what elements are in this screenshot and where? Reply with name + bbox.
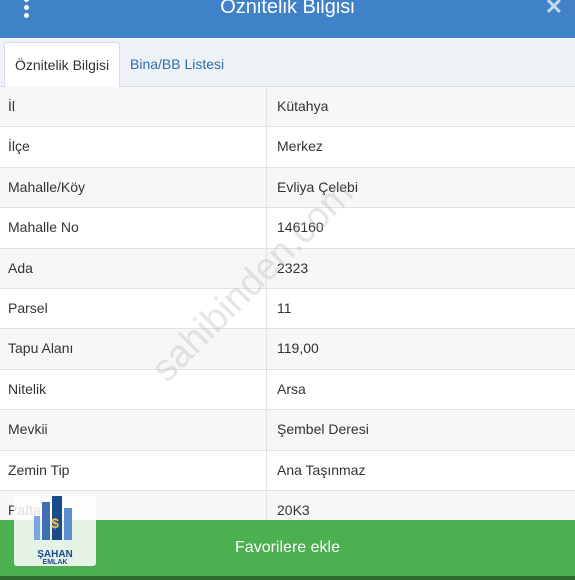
bottom-strip bbox=[0, 576, 575, 580]
title-bar: Öznitelik Bilgisi ✕ bbox=[0, 0, 575, 38]
close-icon[interactable]: ✕ bbox=[545, 0, 563, 20]
table-row: Mahalle/Köy Evliya Çelebi bbox=[0, 167, 575, 209]
table-row: İlçe Merkez bbox=[0, 127, 575, 168]
table-row: Mevkii Şembel Deresi bbox=[0, 410, 575, 451]
row-value: Ana Taşınmaz bbox=[277, 461, 366, 478]
table-row: Ada 2323 bbox=[0, 248, 575, 289]
table-row: Tapu Alanı 119,00 bbox=[0, 329, 575, 370]
row-key: Mahalle No bbox=[0, 208, 267, 248]
row-key: Nitelik bbox=[0, 369, 267, 410]
row-value: Kütahya bbox=[277, 98, 329, 114]
row-key: İlçe bbox=[0, 127, 267, 167]
table-row: Mahalle No 146160 bbox=[0, 208, 575, 249]
row-value: 119,00 bbox=[277, 340, 319, 357]
row-key: Mahalle/Köy bbox=[0, 167, 267, 208]
table-row: İl Kütahya bbox=[0, 87, 575, 128]
table-row: Zemin Tip Ana Taşınmaz bbox=[0, 450, 575, 491]
row-value: 11 bbox=[277, 299, 292, 316]
row-key: İl bbox=[0, 87, 267, 127]
row-key: Ada bbox=[0, 248, 267, 288]
table-row: Nitelik Arsa bbox=[0, 369, 575, 411]
building-logo-icon: $ bbox=[34, 496, 72, 540]
row-value: Şembel Deresi bbox=[277, 421, 369, 438]
attribute-table: İl Kütahya İlçe Merkez Mahalle/Köy Evliya Ç… bbox=[0, 87, 575, 532]
row-value: Evliya Çelebi bbox=[277, 178, 358, 195]
row-value: 146160 bbox=[277, 219, 324, 236]
tab-building-list[interactable]: Bina/BB Listesi bbox=[120, 42, 234, 86]
tab-attribute-info[interactable]: Öznitelik Bilgisi bbox=[4, 42, 121, 88]
logo-sub: EMLAK bbox=[42, 559, 68, 566]
table-row: Parsel 11 bbox=[0, 288, 575, 330]
company-logo: $ ŞAHAN EMLAK bbox=[14, 496, 96, 566]
row-value: 2323 bbox=[277, 259, 309, 276]
row-key: Parsel bbox=[0, 288, 267, 329]
row-key: Zemin Tip bbox=[0, 450, 267, 490]
dialog-title: Öznitelik Bilgisi bbox=[220, 0, 355, 18]
row-key: Tapu Alanı bbox=[0, 329, 267, 369]
svg-text:$: $ bbox=[51, 515, 59, 531]
row-key: Mevkii bbox=[0, 410, 267, 450]
tab-bar: Öznitelik Bilgisi Bina/BB Listesi bbox=[0, 38, 575, 88]
row-value: Merkez bbox=[277, 138, 323, 155]
row-value: Arsa bbox=[277, 380, 306, 397]
